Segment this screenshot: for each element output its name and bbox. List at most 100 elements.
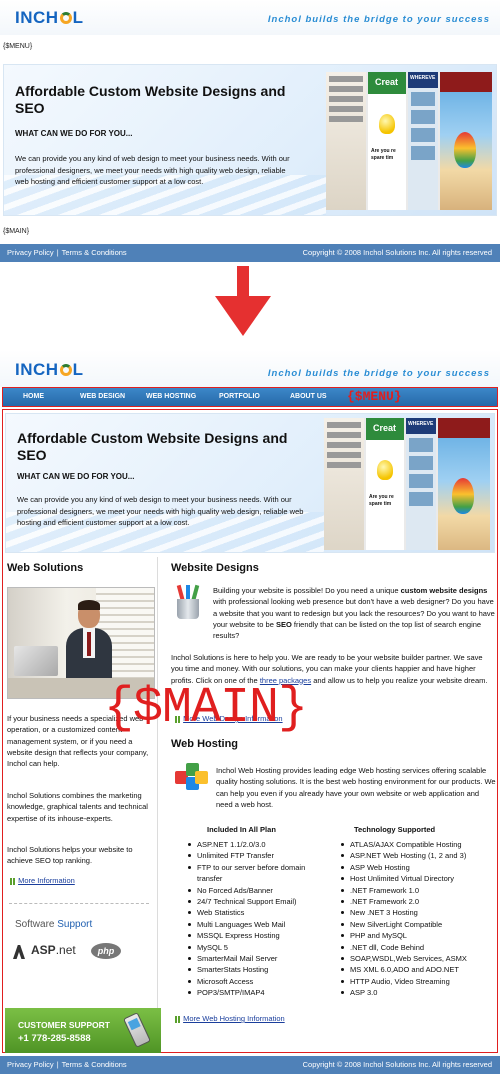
hosting-cubes-icon (175, 763, 208, 793)
privacy-policy-link[interactable]: Privacy Policy (7, 248, 54, 257)
hero-text: We can provide you any kind of web desig… (15, 154, 290, 186)
list-item: Unlimited FTP Transfer (185, 850, 325, 861)
collage-tile-3: WHEREVE (406, 418, 436, 550)
list-item: Multi Languages Web Mail (185, 919, 325, 930)
web-hosting-title: Web Hosting (171, 738, 239, 750)
list-item: Host Unlimited Virtual Directory (338, 873, 496, 884)
list-item: Microsoft Access (185, 976, 325, 987)
list-item: MySQL 5 (185, 942, 325, 953)
lightbulb-icon (379, 114, 395, 134)
included-plan-list: ASP.NET 1.1/2.0/3.0 Unlimited FTP Transf… (185, 839, 325, 999)
sidebar-para-3: Inchol Solutions helps your website to a… (7, 845, 133, 866)
collage-tile-2: Creat Are you re spare tim (366, 418, 404, 550)
main-placeholder: {$MAIN} (3, 228, 30, 235)
nav-web-design[interactable]: WEB DESIGN (80, 393, 125, 400)
included-plan-heading: Included In All Plan (207, 825, 276, 834)
portfolio-collage: Creat Are you re spare tim WHEREVE (326, 72, 492, 210)
footer-bar: Privacy Policy | Terms & Conditions Copyri… (0, 244, 500, 262)
footer-links: Privacy Policy | Terms & Conditions (7, 1060, 127, 1069)
logo-ring-icon (59, 364, 72, 376)
list-item: SOAP,WSDL,Web Services, ASMX (338, 953, 496, 964)
hero-text-after: We can provide you any kind of web desig… (17, 495, 304, 527)
hero-banner-after: Affordable Custom Website Designs and SE… (5, 413, 495, 553)
paint-bucket-icon (175, 584, 201, 619)
list-item: 24/7 Technical Support Email) (185, 896, 325, 907)
hosting-para: Inchol Web Hosting provides leading edge… (216, 766, 496, 809)
footer-bar-after: Privacy Policy | Terms & Conditions Copyri… (0, 1056, 500, 1074)
site-tagline-after: Inchol builds the bridge to your success (267, 368, 490, 379)
nav-about-us[interactable]: ABOUT US (290, 393, 327, 400)
list-item: ATLAS/AJAX Compatible Hosting (338, 839, 496, 850)
sidebar: Web Solutions If your business needs a s… (3, 557, 161, 1053)
php-logo: php (91, 943, 121, 959)
website-designs-title: Website Designs (171, 562, 259, 574)
bullet-icon (10, 877, 12, 885)
inchol-logo[interactable]: INCH L (15, 8, 83, 28)
list-item: ASP.NET Web Hosting (1, 2 and 3) (338, 850, 496, 861)
technology-supported-heading: Technology Supported (354, 825, 436, 834)
tech-logos: ASP.net php (13, 941, 153, 963)
nav-portfolio[interactable]: PORTFOLIO (219, 393, 260, 400)
logo-ring-icon (59, 12, 72, 24)
hosting-more: More Web Hosting Information (175, 1013, 285, 1024)
divider (9, 903, 149, 904)
hero-title-after: Affordable Custom Website Designs and SE… (17, 430, 288, 463)
footer-links: Privacy Policy | Terms & Conditions (7, 248, 127, 257)
customer-support-label: CUSTOMER SUPPORT (18, 1020, 110, 1030)
list-item: SmarterMail Mail Server (185, 953, 325, 964)
sidebar-more-info: More Information (10, 875, 158, 886)
terms-link[interactable]: Terms & Conditions (62, 248, 127, 257)
list-item: No Forced Ads/Banner (185, 885, 325, 896)
hero-title: Affordable Custom Website Designs and SE… (15, 83, 286, 116)
collage-tile-4 (438, 418, 490, 550)
bullet-icon (13, 877, 15, 885)
portfolio-collage-after: Creat Are you re spare tim WHEREVE (324, 418, 490, 550)
main-content: Website Designs Building your website is… (163, 557, 497, 1037)
hero-banner: Affordable Custom Website Designs and SE… (3, 64, 497, 216)
list-item: Web Statistics (185, 907, 325, 918)
sidebar-title: Web Solutions (7, 562, 84, 574)
inchol-logo-after[interactable]: INCH L (15, 360, 83, 380)
sidebar-para-2: Inchol Solutions combines the marketing … (7, 791, 148, 823)
collage-tile-2: Creat Are you re spare tim (368, 72, 406, 210)
parrot-image (452, 478, 474, 514)
more-information-link[interactable]: More Information (18, 876, 75, 885)
list-item: New .NET 3 Hosting (338, 907, 496, 918)
lightbulb-icon (377, 460, 393, 480)
copyright: Copyright © 2008 Inchol Solutions Inc. A… (302, 1060, 492, 1069)
before-panel: INCH L Inchol builds the bridge to your s… (0, 0, 500, 262)
hero-subtitle: WHAT CAN WE DO FOR YOU... (15, 129, 133, 138)
terms-link[interactable]: Terms & Conditions (62, 1060, 127, 1069)
nav-web-hosting[interactable]: WEB HOSTING (146, 393, 196, 400)
support-phone-number: +1 778-285-8588 (18, 1033, 91, 1044)
site-header-after: INCH L Inchol builds the bridge to your s… (0, 350, 500, 387)
list-item: POP3/SMTP/IMAP4 (185, 987, 325, 998)
list-item: New SilverLight Compatible (338, 919, 496, 930)
list-item: PHP and MySQL (338, 930, 496, 941)
list-item: MSSQL Express Hosting (185, 930, 325, 941)
adobe-logo-icon (13, 945, 25, 959)
down-arrow-icon (215, 266, 271, 336)
collage-tile-1 (326, 72, 366, 210)
collage-tile-1 (324, 418, 364, 550)
aspnet-logo: ASP.net (31, 943, 76, 957)
list-item: SmarterStats Hosting (185, 964, 325, 975)
customer-support-banner[interactable]: CUSTOMER SUPPORT +1 778-285-8588 (5, 1008, 161, 1053)
list-item: ASP Web Hosting (338, 862, 496, 873)
technology-supported-list: ATLAS/AJAX Compatible Hosting ASP.NET We… (338, 839, 496, 999)
collage-tile-4 (440, 72, 492, 210)
site-header: INCH L Inchol builds the bridge to your s… (0, 0, 500, 35)
parrot-image (454, 132, 476, 168)
list-item: MS XML 6.0,ADO and ADO.NET (338, 964, 496, 975)
list-item: FTP to our server before domain transfer (185, 862, 325, 885)
more-web-hosting-link[interactable]: More Web Hosting Information (183, 1014, 285, 1023)
software-support-heading: Software Support (15, 919, 93, 930)
hero-subtitle-after: WHAT CAN WE DO FOR YOU... (17, 472, 135, 481)
laptop-image (14, 646, 58, 676)
list-item: .NET dll, Code Behind (338, 942, 496, 953)
designs-para-1: Building your website is possible! Do yo… (213, 586, 495, 641)
copyright: Copyright © 2008 Inchol Solutions Inc. A… (302, 248, 492, 257)
privacy-policy-link[interactable]: Privacy Policy (7, 1060, 54, 1069)
nav-home[interactable]: HOME (23, 393, 44, 400)
menu-annotation: {$MENU} (347, 389, 402, 404)
